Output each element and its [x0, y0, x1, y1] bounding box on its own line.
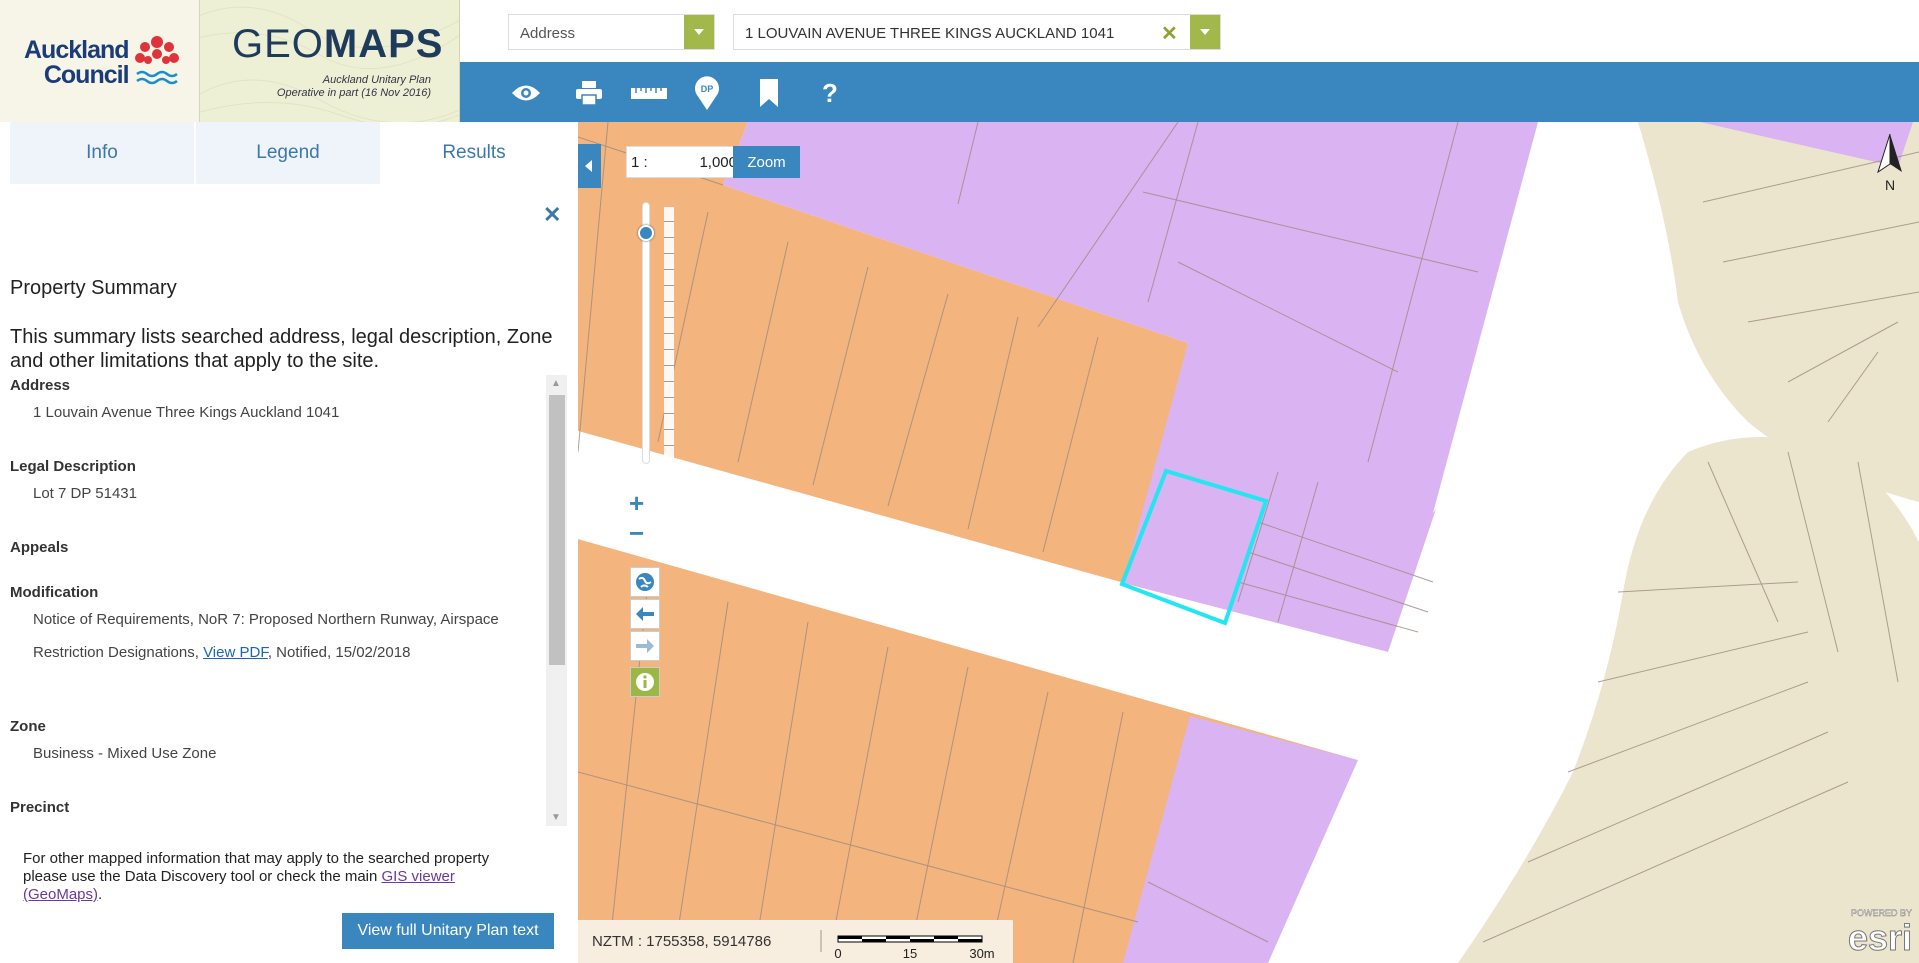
back-arrow-icon[interactable] — [630, 599, 660, 629]
north-arrow-icon: N — [1877, 134, 1902, 193]
map-parcels[interactable] — [578, 122, 1919, 963]
clear-search-icon[interactable]: ✕ — [1161, 21, 1178, 46]
coordinate-readout: NZTM : 1755358, 5914786 — [592, 933, 772, 950]
precinct-label: Precinct — [10, 799, 70, 816]
north-label: N — [1885, 177, 1895, 193]
info-icon[interactable] — [630, 667, 660, 697]
view-full-plan-button[interactable]: View full Unitary Plan text — [342, 913, 554, 949]
modification-label: Modification — [10, 584, 99, 601]
modification-line-2: Restriction Designations, View PDF, Noti… — [33, 644, 410, 661]
esri-logo: POWERED BY esri — [1847, 908, 1912, 959]
chevron-down-icon[interactable] — [684, 15, 714, 49]
property-summary-description: This summary lists searched address, leg… — [10, 326, 553, 372]
property-summary-title: Property Summary — [10, 277, 177, 299]
tab-results[interactable]: Results — [382, 122, 568, 184]
collapse-panel-button[interactable] — [578, 144, 601, 188]
forward-arrow-icon[interactable] — [630, 631, 660, 661]
chevron-down-icon[interactable] — [1190, 15, 1220, 49]
view-pdf-link[interactable]: View PDF — [203, 644, 268, 661]
geomaps-bold: MAPS — [323, 22, 444, 66]
scale-label-0: 0 — [834, 946, 841, 961]
plan-subtitle: Auckland Unitary Plan Operative in part … — [236, 74, 431, 100]
scrollbar-thumb[interactable] — [549, 395, 565, 665]
scale-label-30: 30m — [969, 946, 994, 961]
help-icon[interactable]: ? — [813, 76, 847, 110]
modification-line-2-post: , Notified, 15/02/2018 — [267, 644, 411, 661]
globe-icon[interactable] — [630, 567, 660, 597]
map-view[interactable]: 1 : 1,000 Zoom + − N NZTM : 1755358, 591… — [578, 122, 1919, 963]
residential-zone[interactable] — [1458, 122, 1919, 963]
council-line-1: Auckland — [24, 36, 130, 64]
scale-input[interactable]: 1 : 1,000 — [626, 146, 744, 178]
other-info-note: For other mapped information that may ap… — [23, 850, 533, 904]
zoom-out-button[interactable]: − — [629, 518, 644, 549]
coordinate-bar: NZTM : 1755358, 5914786 0 15 30m — [578, 920, 1013, 963]
geomaps-title: GEOMAPS — [232, 22, 443, 67]
print-icon[interactable] — [572, 76, 606, 110]
panel-tabs: Info Legend Results — [10, 122, 568, 184]
pohutukawa-flower-icon — [135, 36, 179, 85]
address-search-value[interactable]: 1 LOUVAIN AVENUE THREE KINGS AUCKLAND 10… — [745, 25, 1114, 42]
legal-description-label: Legal Description — [10, 458, 136, 475]
zoom-in-button[interactable]: + — [629, 488, 644, 519]
address-search-input[interactable]: 1 LOUVAIN AVENUE THREE KINGS AUCKLAND 10… — [733, 14, 1221, 50]
search-type-select[interactable]: Address — [508, 14, 715, 50]
geomaps-light: GEO — [232, 22, 324, 66]
esri-wordmark: esri — [1848, 917, 1912, 958]
side-panel: Info Legend Results ✕ Property Summary T… — [0, 122, 578, 963]
council-wordmark: Auckland Council — [24, 36, 130, 89]
search-type-label: Address — [520, 25, 576, 42]
scroll-up-icon[interactable]: ▲ — [551, 378, 561, 389]
scroll-down-icon[interactable]: ▼ — [551, 812, 561, 823]
legal-description-value: Lot 7 DP 51431 — [33, 485, 137, 502]
close-icon[interactable]: ✕ — [543, 202, 561, 228]
measure-ruler-icon[interactable] — [629, 76, 669, 110]
zone-value: Business - Mixed Use Zone — [33, 745, 217, 762]
address-label: Address — [10, 377, 71, 394]
dp-pin-label: DP — [701, 84, 714, 94]
scale-prefix: 1 : — [631, 154, 648, 171]
auckland-council-logo[interactable]: Auckland Council — [0, 0, 200, 122]
scale-label-15: 15 — [903, 946, 917, 961]
main-toolbar: DP ? — [460, 62, 1919, 122]
plan-subtitle-line2: Operative in part (16 Nov 2016) — [276, 87, 431, 99]
zoom-slider-ticks — [664, 207, 674, 461]
eye-icon[interactable] — [509, 76, 543, 110]
modification-line-2-pre: Restriction Designations, — [33, 644, 204, 661]
bookmark-icon[interactable] — [752, 76, 786, 110]
scale-value[interactable]: 1,000 — [699, 154, 737, 171]
results-scrollbar[interactable]: ▲ ▼ — [546, 375, 567, 826]
address-value: 1 Louvain Avenue Three Kings Auckland 10… — [33, 404, 340, 421]
appeals-label: Appeals — [10, 539, 69, 556]
zone-label: Zone — [10, 718, 46, 735]
tab-info[interactable]: Info — [10, 122, 196, 184]
modification-line-1: Notice of Requirements, NoR 7: Proposed … — [33, 611, 499, 628]
plan-subtitle-line1: Auckland Unitary Plan — [322, 74, 431, 86]
dp-pin-icon[interactable]: DP — [690, 76, 724, 110]
zoom-button[interactable]: Zoom — [733, 146, 800, 178]
scale-bar: 0 15 30m — [820, 930, 995, 961]
geomaps-app: Auckland Council GEOMAPS Auckland Unitar… — [0, 0, 1919, 963]
results-list[interactable]: Address 1 Louvain Avenue Three Kings Auc… — [0, 375, 566, 826]
tab-legend[interactable]: Legend — [196, 122, 382, 184]
council-line-2: Council — [43, 61, 130, 89]
footer-note-end: . — [98, 886, 103, 903]
zoom-slider[interactable] — [642, 202, 650, 464]
